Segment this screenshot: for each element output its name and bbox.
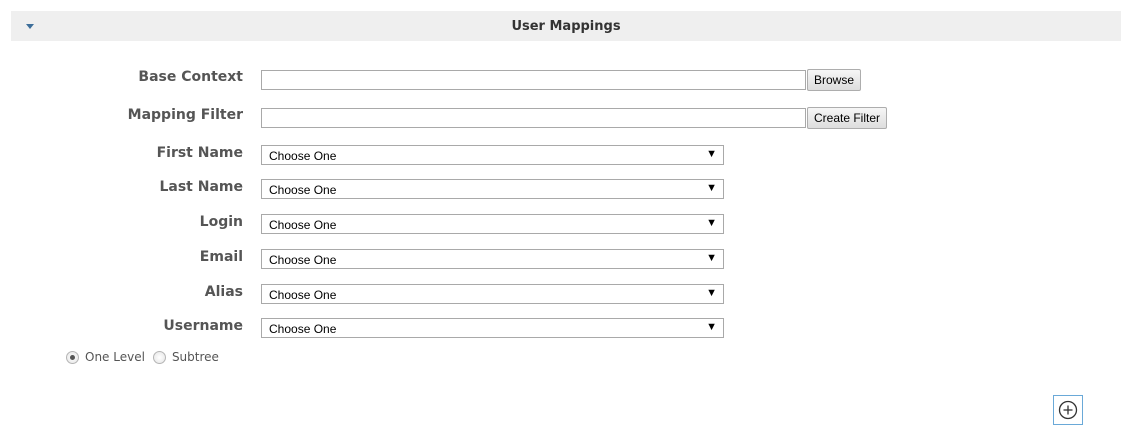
login-select[interactable]: Choose One ▼ xyxy=(261,214,724,234)
mapping-filter-input[interactable] xyxy=(261,108,806,128)
section-header: User Mappings xyxy=(11,11,1121,41)
first-name-select-value: Choose One xyxy=(269,149,337,163)
last-name-select[interactable]: Choose One ▼ xyxy=(261,179,724,199)
browse-button[interactable]: Browse xyxy=(807,69,862,91)
subtree-radio[interactable] xyxy=(152,350,166,364)
last-name-label: Last Name xyxy=(159,179,243,195)
subtree-radio-label[interactable]: Subtree xyxy=(172,350,219,364)
dropdown-arrow-icon: ▼ xyxy=(706,217,717,229)
login-label: Login xyxy=(199,214,243,230)
alias-select-value: Choose One xyxy=(269,288,337,302)
section-title: User Mappings xyxy=(511,19,621,34)
one-level-radio[interactable] xyxy=(66,350,79,364)
email-label: Email xyxy=(199,249,243,265)
last-name-select-value: Choose One xyxy=(269,183,337,197)
username-select[interactable]: Choose One ▼ xyxy=(261,318,724,338)
username-label: Username xyxy=(163,318,243,334)
scope-radio-group: One Level Subtree xyxy=(66,350,227,364)
first-name-label: First Name xyxy=(156,145,243,161)
plus-circle-icon xyxy=(1058,400,1078,420)
base-context-input[interactable] xyxy=(261,70,806,90)
username-select-value: Choose One xyxy=(269,322,337,336)
dropdown-arrow-icon: ▼ xyxy=(706,287,717,299)
mapping-filter-label: Mapping Filter xyxy=(127,107,243,123)
email-select-value: Choose One xyxy=(269,253,337,267)
login-select-value: Choose One xyxy=(269,218,337,232)
create-filter-button[interactable]: Create Filter xyxy=(807,107,888,129)
dropdown-arrow-icon: ▼ xyxy=(706,182,717,194)
add-mapping-button[interactable] xyxy=(1053,395,1083,425)
alias-select[interactable]: Choose One ▼ xyxy=(261,284,724,304)
dropdown-arrow-icon: ▼ xyxy=(706,252,717,264)
email-select[interactable]: Choose One ▼ xyxy=(261,249,724,269)
dropdown-arrow-icon: ▼ xyxy=(706,321,717,333)
alias-label: Alias xyxy=(204,284,243,300)
base-context-label: Base Context xyxy=(138,69,243,85)
first-name-select[interactable]: Choose One ▼ xyxy=(261,145,724,165)
one-level-radio-label[interactable]: One Level xyxy=(85,350,145,364)
dropdown-arrow-icon: ▼ xyxy=(706,148,717,160)
